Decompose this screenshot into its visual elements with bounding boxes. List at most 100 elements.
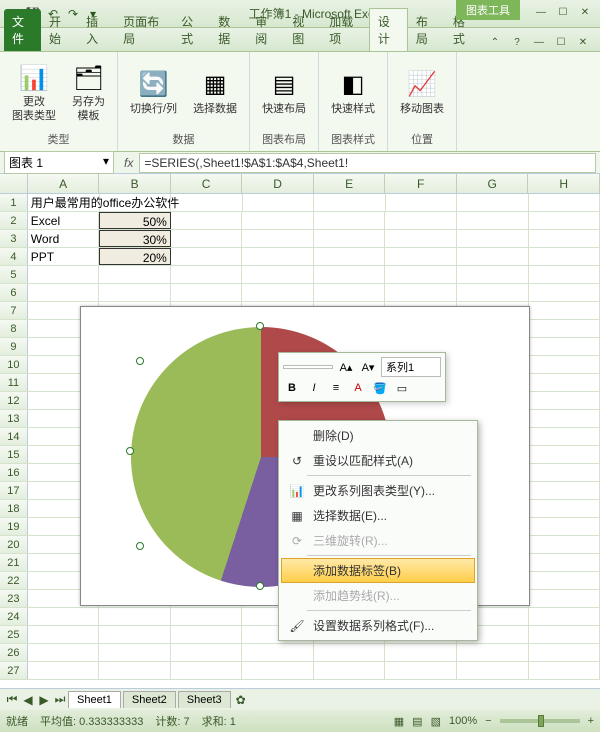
cell[interactable] (529, 644, 600, 661)
row-header[interactable]: 21 (0, 554, 28, 571)
col-A[interactable]: A (28, 174, 100, 193)
row-header[interactable]: 5 (0, 266, 28, 283)
ctx-change-chart-type[interactable]: 📊更改系列图表类型(Y)... (281, 478, 475, 503)
quick-layout-button[interactable]: ▤ 快速布局 (258, 67, 310, 118)
cell[interactable] (385, 230, 457, 247)
cell[interactable] (529, 554, 600, 571)
cell[interactable] (314, 284, 386, 301)
tab-chart-layout[interactable]: 布局 (408, 9, 445, 51)
fx-icon[interactable]: fx (118, 156, 139, 170)
cell[interactable]: PPT (28, 248, 100, 265)
tab-data[interactable]: 数据 (210, 9, 247, 51)
cell[interactable] (529, 464, 600, 481)
font-color-button[interactable]: A (349, 379, 367, 397)
increase-font-icon[interactable]: A▴ (337, 358, 355, 376)
minimize-button[interactable]: — (532, 7, 550, 21)
cell[interactable] (529, 572, 600, 589)
row-header[interactable]: 13 (0, 410, 28, 427)
row-header[interactable]: 10 (0, 356, 28, 373)
cell[interactable] (99, 662, 171, 679)
selection-handle[interactable] (256, 582, 264, 590)
cell[interactable] (529, 608, 600, 625)
row-header[interactable]: 8 (0, 320, 28, 337)
select-all-corner[interactable] (0, 174, 28, 193)
save-as-template-button[interactable]: 🗂 另存为 模板 (68, 60, 109, 124)
row-header[interactable]: 26 (0, 644, 28, 661)
cell[interactable] (99, 284, 171, 301)
cell[interactable] (314, 266, 386, 283)
tab-addins[interactable]: 加载项 (321, 9, 369, 51)
font-selector[interactable] (283, 365, 333, 369)
cell[interactable] (171, 266, 243, 283)
cell[interactable] (99, 644, 171, 661)
cell[interactable] (28, 662, 100, 679)
fill-color-button[interactable]: 🪣 (371, 379, 389, 397)
zoom-out-button[interactable]: − (485, 715, 491, 727)
zoom-level[interactable]: 100% (449, 715, 477, 727)
tab-home[interactable]: 开始 (41, 9, 78, 51)
outline-button[interactable]: ▭ (393, 379, 411, 397)
col-C[interactable]: C (171, 174, 243, 193)
cell[interactable] (529, 446, 600, 463)
cell[interactable] (529, 194, 600, 211)
cell[interactable] (171, 284, 243, 301)
zoom-in-button[interactable]: + (588, 715, 594, 727)
cell[interactable] (242, 248, 314, 265)
cell[interactable] (529, 410, 600, 427)
formula-bar[interactable]: =SERIES(,Sheet1!$A$1:$A$4,Sheet1! (139, 153, 596, 173)
row-header[interactable]: 19 (0, 518, 28, 535)
row-header[interactable]: 23 (0, 590, 28, 607)
row-header[interactable]: 9 (0, 338, 28, 355)
cell[interactable] (99, 626, 171, 643)
cell[interactable] (171, 230, 243, 247)
cell[interactable] (242, 284, 314, 301)
row-header[interactable]: 1 (0, 194, 28, 211)
row-header[interactable]: 22 (0, 572, 28, 589)
close-button[interactable]: ✕ (576, 7, 594, 21)
selection-handle[interactable] (126, 447, 134, 455)
col-H[interactable]: H (528, 174, 600, 193)
row-header[interactable]: 3 (0, 230, 28, 247)
ribbon-minimize-icon[interactable]: ⌃ (486, 37, 504, 51)
cell[interactable] (243, 194, 314, 211)
tab-nav-first[interactable]: ⏮ (4, 692, 20, 707)
cell[interactable] (529, 536, 600, 553)
row-header[interactable]: 7 (0, 302, 28, 319)
cell[interactable] (529, 320, 600, 337)
row-header[interactable]: 27 (0, 662, 28, 679)
cell[interactable] (28, 644, 100, 661)
cell[interactable] (314, 248, 386, 265)
italic-button[interactable]: I (305, 379, 323, 397)
tab-insert[interactable]: 插入 (78, 9, 115, 51)
cell[interactable] (529, 302, 600, 319)
cell[interactable] (457, 212, 529, 229)
cell[interactable] (457, 248, 529, 265)
cell[interactable] (386, 194, 457, 211)
doc-restore-button[interactable]: ☐ (552, 37, 570, 51)
cell[interactable] (457, 284, 529, 301)
cell[interactable] (171, 212, 243, 229)
tab-nav-last[interactable]: ⏭ (52, 692, 68, 707)
row-header[interactable]: 25 (0, 626, 28, 643)
selection-handle[interactable] (136, 542, 144, 550)
ctx-delete[interactable]: 删除(D) (281, 423, 475, 448)
cell[interactable] (457, 194, 528, 211)
cell[interactable] (28, 626, 100, 643)
cell[interactable] (314, 662, 386, 679)
select-data-button[interactable]: ▦ 选择数据 (189, 67, 241, 118)
row-header[interactable]: 24 (0, 608, 28, 625)
zoom-thumb[interactable] (538, 715, 544, 727)
selection-handle[interactable] (136, 357, 144, 365)
ctx-reset-style[interactable]: ↺重设以匹配样式(A) (281, 448, 475, 473)
sheet-tab-2[interactable]: Sheet2 (123, 691, 176, 708)
cell[interactable] (314, 230, 386, 247)
move-chart-button[interactable]: 📈 移动图表 (396, 67, 448, 118)
cell[interactable] (529, 428, 600, 445)
cell[interactable] (28, 284, 100, 301)
sheet-tab-1[interactable]: Sheet1 (68, 691, 121, 708)
cell[interactable] (171, 194, 242, 211)
tab-review[interactable]: 审阅 (247, 9, 284, 51)
view-layout-icon[interactable]: ▤ (412, 715, 422, 728)
cell[interactable] (529, 356, 600, 373)
cell[interactable] (99, 608, 171, 625)
